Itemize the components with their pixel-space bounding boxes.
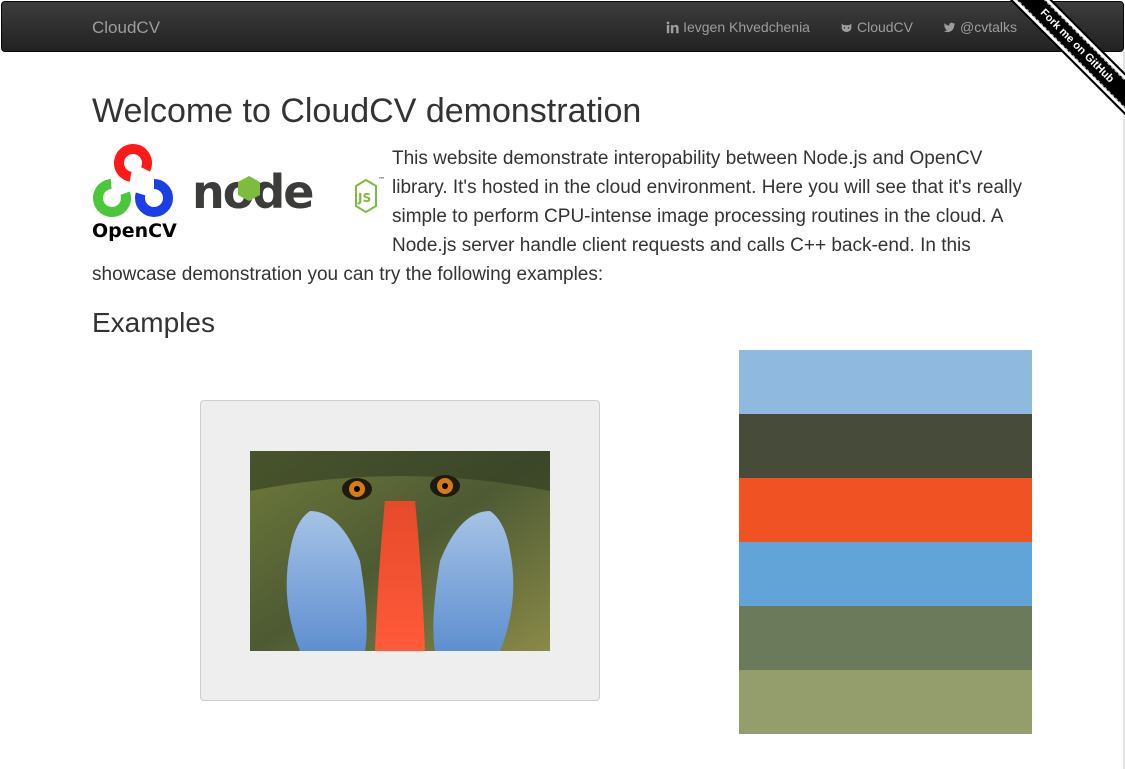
nav-links: Ievgen Khvedchenia CloudCV @cvtalks [666,19,1017,35]
twitter-icon [943,22,956,32]
svg-text:OpenCV: OpenCV [92,220,177,242]
linkedin-icon [666,20,679,33]
github-icon [841,22,852,32]
nav-link-label: Ievgen Khvedchenia [683,19,810,35]
top-navbar: CloudCV Ievgen Khvedchenia CloudCV @cvta… [1,1,1124,52]
palette-swatch [739,478,1032,542]
palette-swatch [739,542,1032,606]
color-palette [739,350,1032,734]
palette-swatch [739,414,1032,478]
fork-ribbon-container: Fork me on GitHub [995,0,1125,130]
svg-text:™: ™ [378,176,385,184]
nodejs-logo: node JS ™ [192,165,385,219]
example-image-card[interactable] [200,400,600,701]
palette-swatch [739,606,1032,670]
nav-link-linkedin[interactable]: Ievgen Khvedchenia [666,19,810,35]
opencv-logo: OpenCV [92,144,177,242]
palette-swatch [739,670,1032,734]
nav-link-label: CloudCV [856,19,913,35]
page-title: Welcome to CloudCV demonstration [92,92,642,130]
sample-image [250,451,550,651]
logos: OpenCV node JS ™ [92,144,385,242]
nav-link-github[interactable]: CloudCV [840,19,913,35]
fork-ribbon[interactable]: Fork me on GitHub [1004,0,1125,119]
palette-swatch [739,350,1032,414]
examples-heading: Examples [92,307,215,338]
brand-link[interactable]: CloudCV [92,18,160,38]
svg-text:JS: JS [357,191,371,205]
